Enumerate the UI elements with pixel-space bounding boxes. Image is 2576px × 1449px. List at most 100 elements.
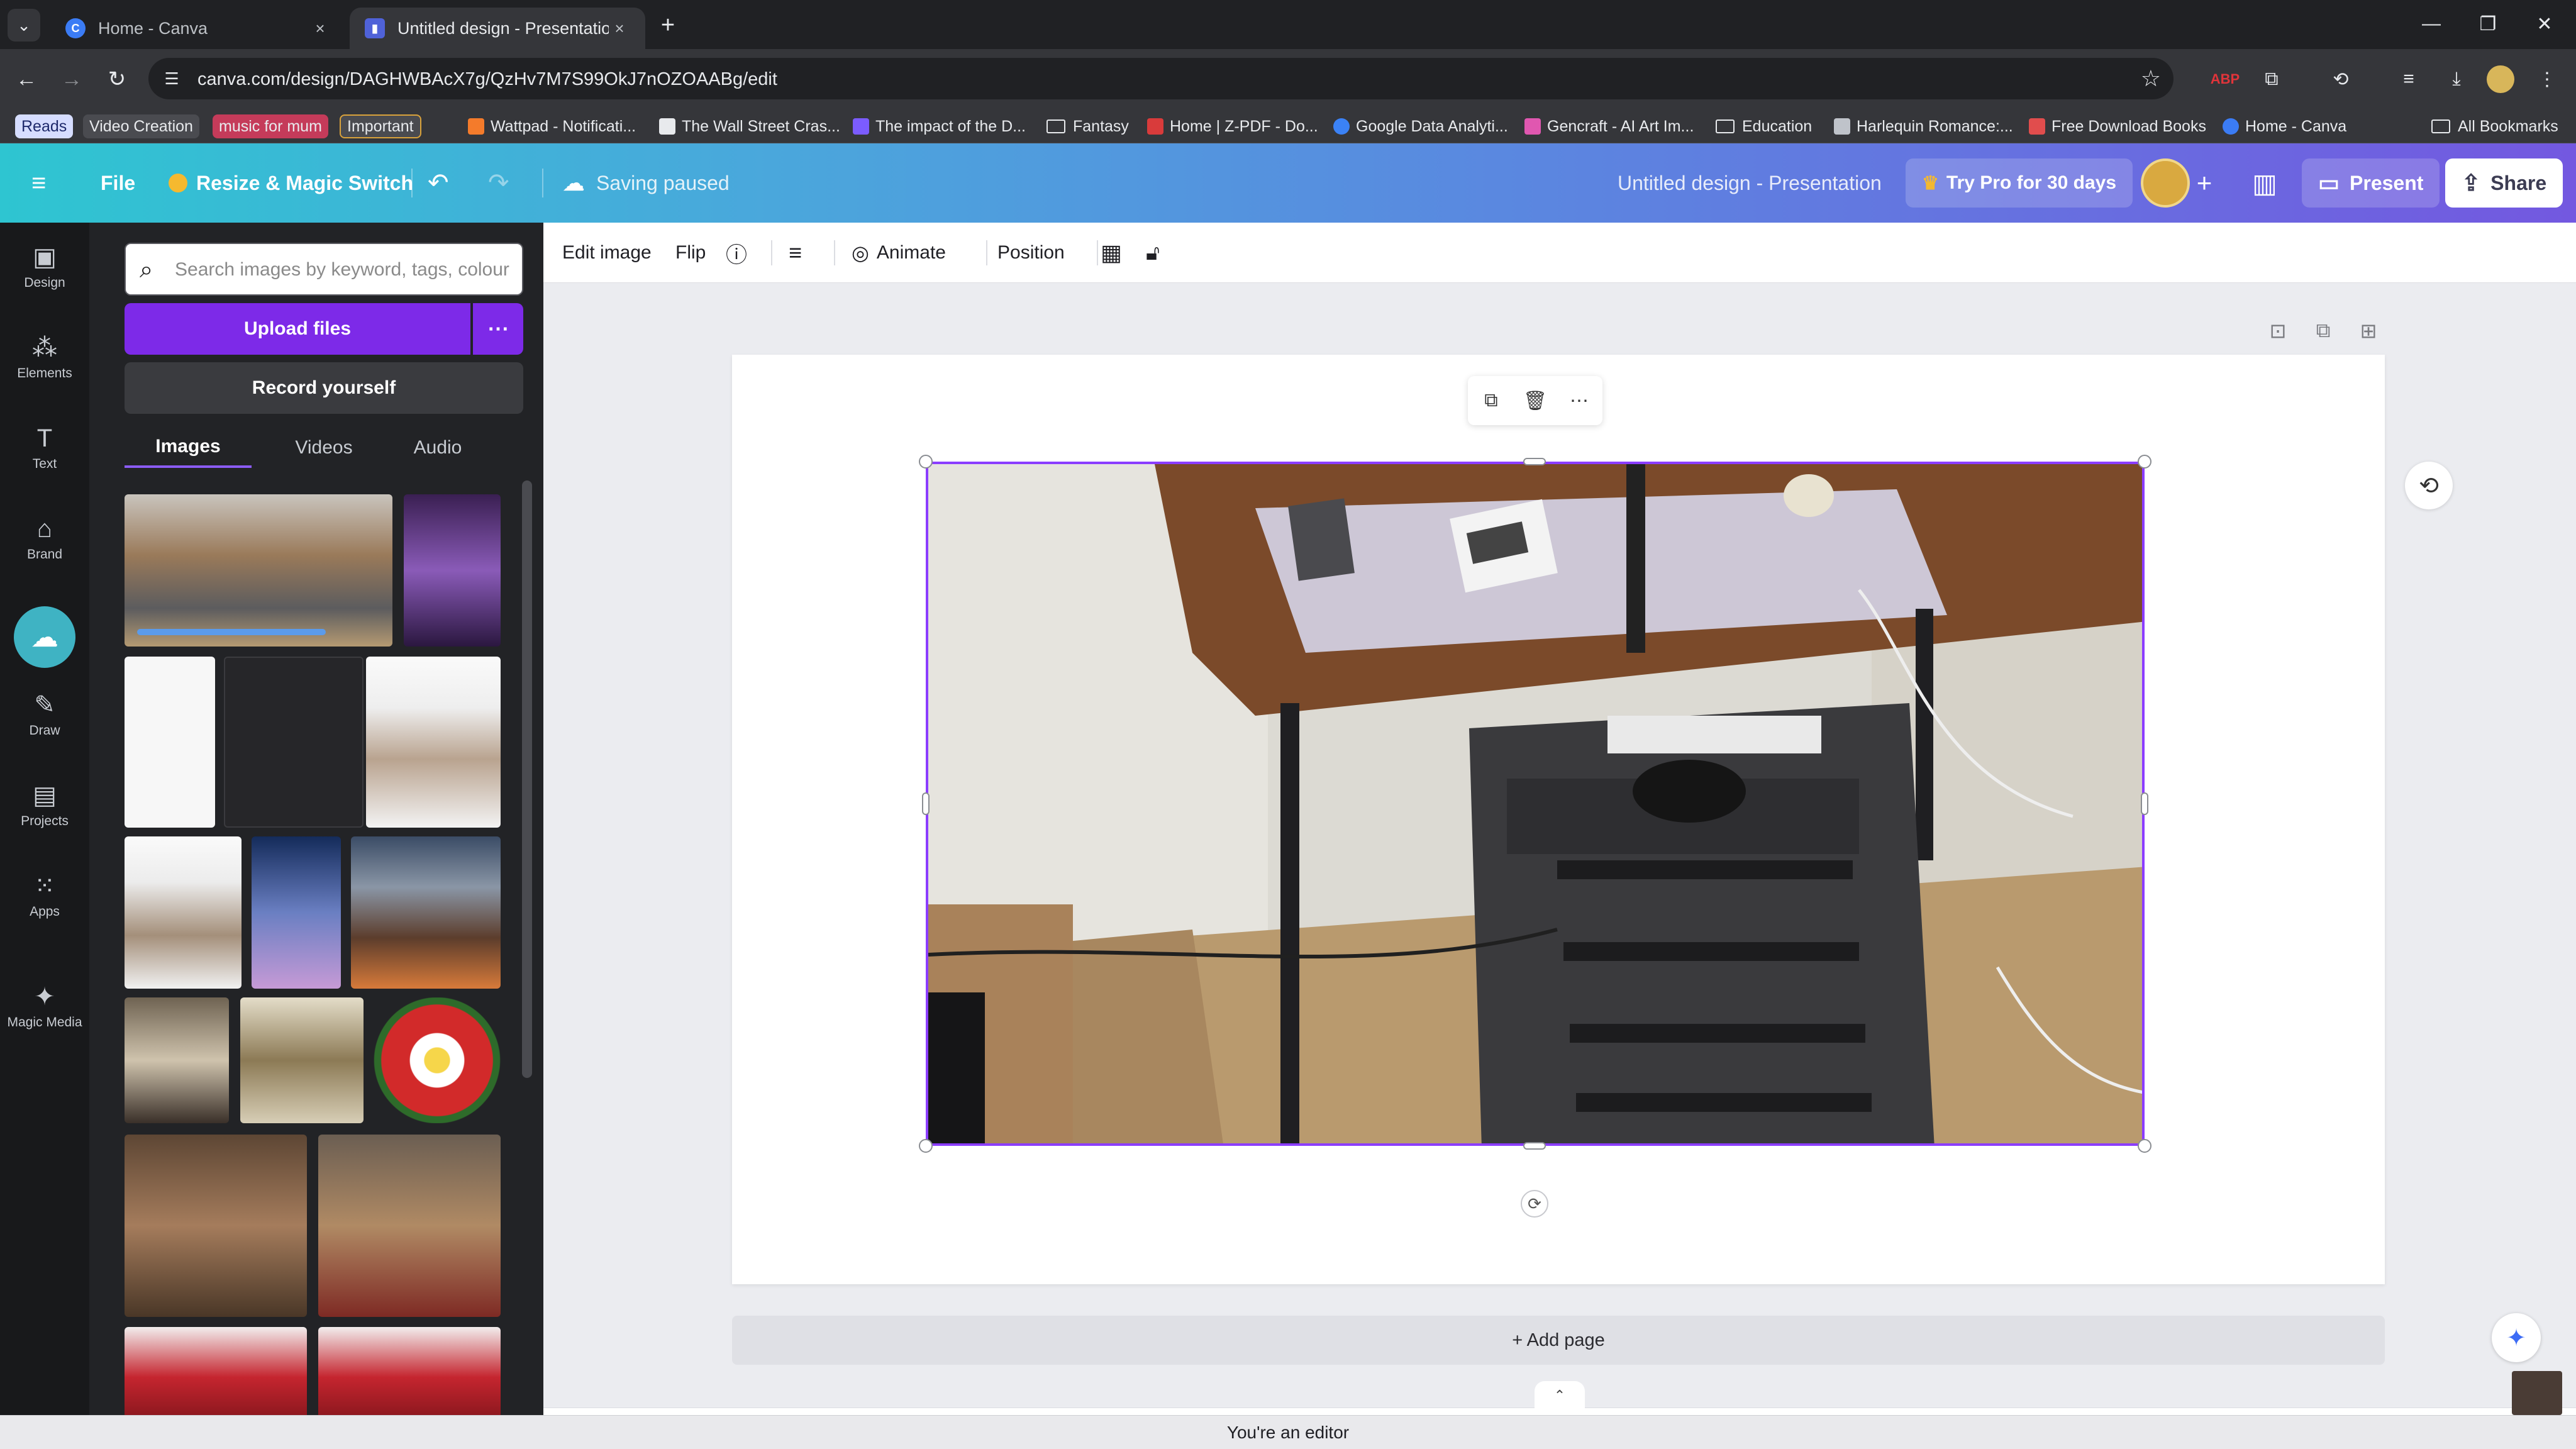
browser-menu-icon[interactable]: ⋮	[2531, 63, 2563, 96]
page-thumbnail[interactable]	[2512, 1371, 2562, 1415]
resize-handle-top-left[interactable]	[919, 455, 933, 469]
image-thumbnail[interactable]	[125, 657, 215, 828]
image-thumbnail[interactable]	[374, 997, 501, 1123]
undo-icon[interactable]: ↶	[428, 161, 449, 205]
close-tab-icon[interactable]: ×	[309, 18, 331, 39]
image-thumbnail[interactable]	[351, 836, 501, 989]
file-menu-button[interactable]: File	[88, 161, 148, 205]
lock-page-icon[interactable]: ⊡	[2265, 318, 2290, 343]
panel-scrollbar[interactable]	[522, 480, 532, 1078]
magic-assistant-icon[interactable]: ✦	[2492, 1313, 2541, 1362]
site-settings-icon[interactable]: ☰	[160, 67, 184, 91]
present-button[interactable]: ▭ Present	[2302, 158, 2440, 208]
redo-icon[interactable]: ↷	[488, 161, 509, 205]
rail-design[interactable]: ▣ Design	[0, 229, 89, 304]
bookmark-education[interactable]: Education	[1716, 114, 1812, 138]
forward-arrow-icon[interactable]: →	[54, 62, 89, 97]
bookmark-music-for-mum[interactable]: music for mum	[213, 114, 328, 138]
position-button[interactable]: Position	[997, 236, 1065, 269]
delete-trash-icon[interactable]: 🗑︎	[1519, 385, 1551, 416]
bookmark-wall-street[interactable]: The Wall Street Cras...	[659, 114, 840, 138]
resize-handle-bottom-right[interactable]	[2138, 1139, 2151, 1153]
minimize-window-icon[interactable]: —	[2406, 6, 2457, 42]
rail-magic-media[interactable]: ✦ Magic Media	[0, 969, 89, 1044]
more-options-icon[interactable]: ⋯	[473, 303, 523, 355]
bookmark-home-canva[interactable]: Home - Canva	[2223, 114, 2346, 138]
add-page-icon[interactable]: ⊞	[2356, 318, 2381, 343]
info-icon[interactable]: ⓘ	[726, 236, 747, 269]
history-icon[interactable]: ⟲	[2324, 63, 2357, 96]
flip-button[interactable]: Flip	[675, 236, 706, 269]
resize-magic-switch-button[interactable]: Resize & Magic Switch	[156, 161, 426, 205]
image-thumbnail[interactable]	[318, 1327, 501, 1415]
share-button[interactable]: ⇪ Share	[2445, 158, 2563, 208]
bookmark-fantasy[interactable]: Fantasy	[1046, 114, 1129, 138]
add-page-button[interactable]: + Add page	[732, 1316, 2385, 1365]
tab-audio[interactable]: Audio	[387, 428, 488, 468]
address-bar[interactable]: ☰ canva.com/design/DAGHWBAcX7g/QzHv7M7S9…	[148, 58, 2174, 99]
edit-image-button[interactable]: Edit image	[562, 236, 652, 269]
main-menu-icon[interactable]: ≡	[31, 161, 59, 205]
record-yourself-button[interactable]: Record yourself	[125, 362, 523, 414]
tab-untitled-design[interactable]: ▮ Untitled design - Presentation ×	[350, 8, 645, 49]
design-title[interactable]: Untitled design - Presentation	[1618, 161, 1882, 205]
resize-handle-right[interactable]	[2141, 792, 2148, 815]
tab-videos[interactable]: Videos	[270, 428, 377, 468]
insights-chart-icon[interactable]: ▥	[2240, 158, 2289, 208]
bookmark-important[interactable]: Important	[340, 114, 421, 138]
transparency-icon[interactable]: ▦	[1101, 236, 1122, 269]
image-thumbnail[interactable]	[125, 997, 229, 1123]
rail-brand[interactable]: ⌂ Brand	[0, 501, 89, 576]
expand-pages-chevron-icon[interactable]: ⌃	[1535, 1381, 1585, 1410]
media-controls-icon[interactable]: ≡	[2392, 63, 2425, 96]
uploads-cloud-icon[interactable]: ☁	[14, 606, 75, 668]
rail-projects[interactable]: ▤ Projects	[0, 767, 89, 843]
image-thumbnail[interactable]	[125, 836, 242, 989]
tab-images[interactable]: Images	[125, 428, 252, 468]
bookmark-wattpad[interactable]: Wattpad - Notificati...	[468, 114, 636, 138]
reload-icon[interactable]: ↻	[99, 62, 135, 97]
magic-refresh-icon[interactable]: ⟲	[2405, 462, 2453, 509]
rail-apps[interactable]: ⁙ Apps	[0, 858, 89, 933]
resize-handle-bottom-left[interactable]	[919, 1139, 933, 1153]
lock-icon[interactable]: 🔓︎	[1146, 236, 1160, 269]
duplicate-icon[interactable]: ⧉	[1475, 385, 1507, 416]
bookmark-video-creation[interactable]: Video Creation	[83, 114, 199, 138]
extensions-puzzle-icon[interactable]: ⧉	[2255, 63, 2288, 96]
bookmark-free-books[interactable]: Free Download Books	[2029, 114, 2206, 138]
rotate-handle-icon[interactable]: ⟳	[1521, 1190, 1548, 1218]
image-thumbnail[interactable]	[125, 1327, 307, 1415]
search-input[interactable]	[175, 255, 514, 284]
image-thumbnail[interactable]	[125, 494, 392, 647]
more-options-icon[interactable]: ⋯	[1563, 385, 1595, 416]
resize-handle-left[interactable]	[922, 792, 930, 815]
border-style-icon[interactable]: ≡	[789, 236, 802, 269]
downloads-icon[interactable]: ⤓	[2440, 63, 2473, 96]
try-pro-button[interactable]: ♛ Try Pro for 30 days	[1906, 158, 2133, 208]
close-window-icon[interactable]: ✕	[2519, 6, 2570, 42]
resize-handle-bottom[interactable]	[1523, 1142, 1546, 1150]
new-tab-icon[interactable]: +	[654, 11, 682, 39]
image-search[interactable]: ⌕	[125, 243, 523, 296]
bookmark-gencraft[interactable]: Gencraft - AI Art Im...	[1524, 114, 1694, 138]
image-thumbnail[interactable]	[125, 1135, 307, 1317]
adblock-extension-icon[interactable]: ABP	[2209, 63, 2241, 96]
rail-draw[interactable]: ✎ Draw	[0, 677, 89, 752]
image-thumbnail[interactable]	[224, 657, 364, 828]
all-bookmarks[interactable]: All Bookmarks	[2431, 114, 2558, 138]
profile-avatar[interactable]	[2487, 65, 2514, 93]
image-thumbnail[interactable]	[252, 836, 341, 989]
bookmark-star-icon[interactable]: ☆	[2141, 65, 2161, 92]
restore-window-icon[interactable]: ❐	[2463, 6, 2513, 42]
tab-search-chevron-icon[interactable]: ⌄	[8, 9, 40, 42]
image-thumbnail[interactable]	[240, 997, 364, 1123]
rail-text[interactable]: T Text	[0, 410, 89, 486]
bookmark-harlequin[interactable]: Harlequin Romance:...	[1834, 114, 2013, 138]
bookmark-google-data[interactable]: Google Data Analyti...	[1333, 114, 1508, 138]
bookmark-reads[interactable]: Reads	[15, 114, 74, 138]
resize-handle-top-right[interactable]	[2138, 455, 2151, 469]
selected-desk-photo[interactable]	[926, 462, 2145, 1146]
close-tab-icon[interactable]: ×	[609, 18, 630, 39]
upload-files-button[interactable]: Upload files	[125, 303, 470, 355]
image-thumbnail[interactable]	[318, 1135, 501, 1317]
